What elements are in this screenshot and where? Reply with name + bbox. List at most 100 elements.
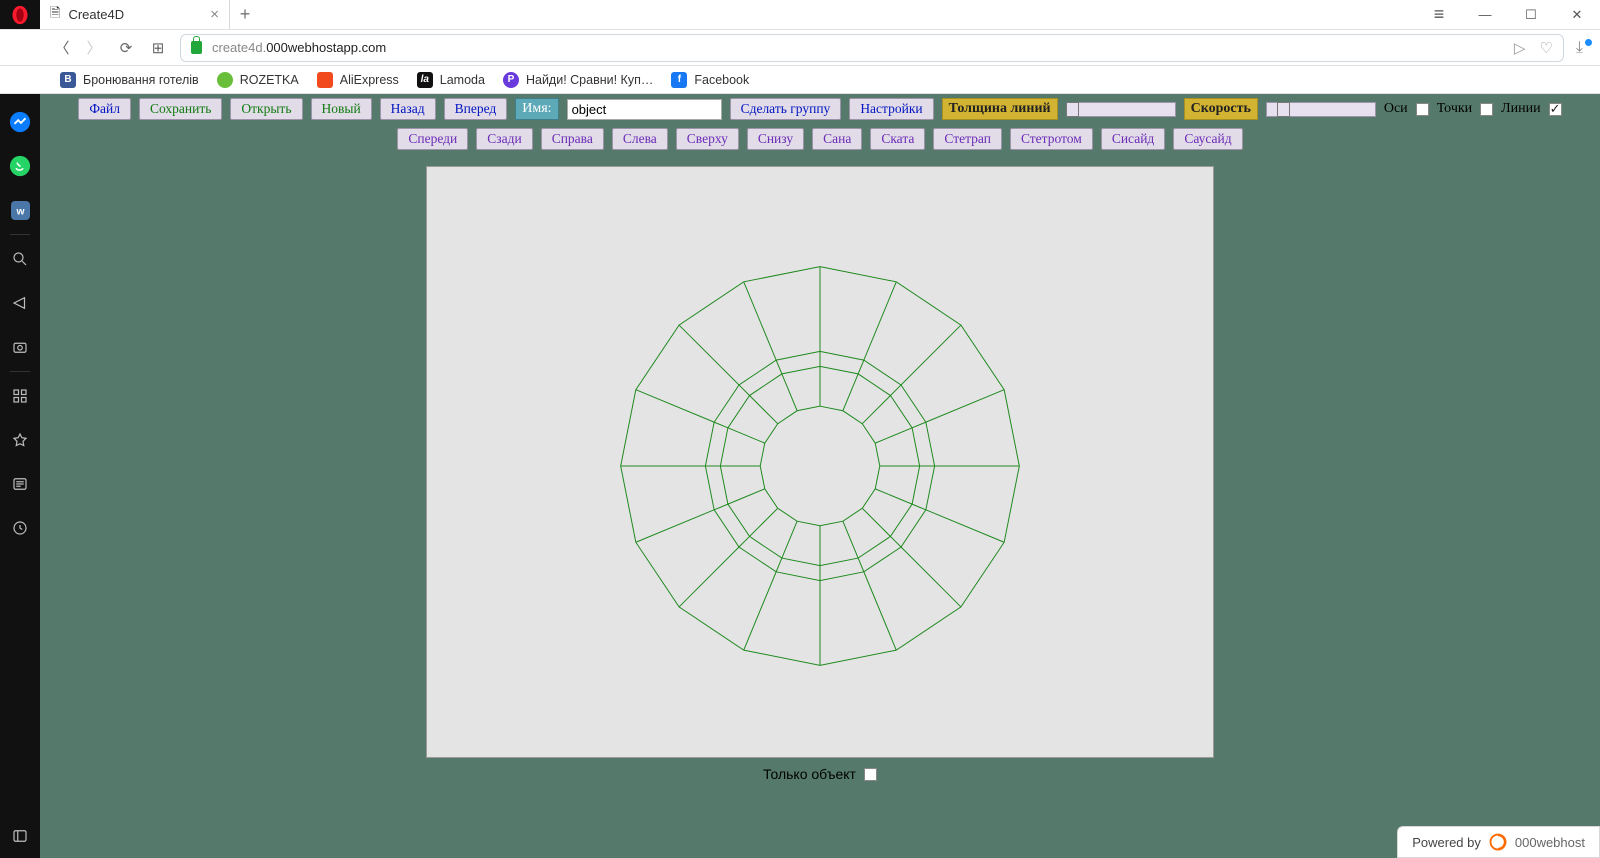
view-left-button[interactable]: Слева — [612, 128, 668, 150]
flow-icon[interactable] — [0, 281, 40, 325]
host-logo-icon — [1489, 833, 1507, 851]
object-name-input[interactable] — [567, 99, 722, 120]
bookmark-label: Facebook — [694, 73, 749, 87]
bookmark-label: ROZETKA — [240, 73, 299, 87]
opera-sidebar: w — [0, 94, 40, 858]
new-tab-button[interactable]: + — [230, 0, 260, 29]
host-footer[interactable]: Powered by 000webhost — [1397, 826, 1600, 858]
close-window-button[interactable]: ✕ — [1554, 0, 1600, 29]
bookmark-rozetka[interactable]: ROZETKA — [217, 72, 299, 88]
undo-button[interactable]: Назад — [380, 98, 436, 120]
app-toolbar-main: Файл Сохранить Открыть Новый Назад Впере… — [40, 94, 1600, 124]
content-row: w Файл Сохранить Открыть Новый Назад Впе… — [0, 94, 1600, 858]
minimize-button[interactable]: — — [1462, 0, 1508, 29]
browser-tab-bar: 🗎 Create4D × + ≡ — ☐ ✕ — [0, 0, 1600, 30]
lines-checkbox-label: Линии — [1501, 101, 1540, 117]
back-nav-icon[interactable]: 〈 — [52, 37, 72, 58]
tabs-menu-icon[interactable]: ≡ — [1416, 0, 1462, 29]
bookmark-icon-p: P — [503, 72, 519, 88]
save-button[interactable]: Сохранить — [139, 98, 222, 120]
line-width-slider[interactable] — [1066, 102, 1176, 117]
lines-checkbox[interactable] — [1549, 103, 1562, 116]
make-group-button[interactable]: Сделать группу — [730, 98, 842, 120]
points-checkbox[interactable] — [1480, 103, 1493, 116]
bookmark-icon-lamoda: la — [417, 72, 433, 88]
speeddial-side-icon[interactable] — [0, 374, 40, 418]
axes-checkbox-label: Оси — [1384, 101, 1408, 117]
line-width-label: Толщина линий — [942, 98, 1058, 120]
render-canvas[interactable] — [426, 166, 1214, 758]
app-toolbar-views: Спереди Сзади Справа Слева Сверху Снизу … — [391, 124, 1248, 154]
heart-icon[interactable]: ♡ — [1539, 39, 1552, 57]
bookmark-aliexpress[interactable]: AliExpress — [317, 72, 399, 88]
view-skata-button[interactable]: Ската — [870, 128, 925, 150]
host-name: 000webhost — [1515, 835, 1585, 850]
view-stetrap-button[interactable]: Стетрап — [933, 128, 1002, 150]
canvas-container — [426, 166, 1214, 758]
settings-button[interactable]: Настройки — [849, 98, 933, 120]
messenger-icon[interactable] — [0, 100, 40, 144]
view-stetrotom-button[interactable]: Стетротом — [1010, 128, 1093, 150]
downloads-icon[interactable]: ⤓ — [1576, 39, 1592, 57]
lock-icon — [191, 41, 202, 54]
forward-nav-icon[interactable]: 〉 — [84, 37, 104, 58]
powered-by-label: Powered by — [1412, 835, 1481, 850]
bookmarks-icon[interactable] — [0, 418, 40, 462]
vk-icon[interactable]: w — [0, 188, 40, 232]
bookmark-compare[interactable]: P Найди! Сравни! Куп… — [503, 72, 653, 88]
search-icon[interactable] — [0, 237, 40, 281]
sidebar-toggle-icon[interactable] — [0, 814, 40, 858]
only-object-checkbox[interactable] — [864, 768, 877, 781]
close-tab-icon[interactable]: × — [210, 6, 219, 23]
view-right-button[interactable]: Справа — [541, 128, 604, 150]
url-domain: 000webhostapp.com — [266, 40, 386, 55]
new-button[interactable]: Новый — [311, 98, 372, 120]
bookmark-label: AliExpress — [340, 73, 399, 87]
snapshot-icon[interactable] — [0, 325, 40, 369]
maximize-button[interactable]: ☐ — [1508, 0, 1554, 29]
bookmark-label: Бронювання готелів — [83, 73, 199, 87]
view-bottom-button[interactable]: Снизу — [747, 128, 804, 150]
open-button[interactable]: Открыть — [230, 98, 302, 120]
bookmark-label: Найди! Сравни! Куп… — [526, 73, 653, 87]
view-front-button[interactable]: Спереди — [397, 128, 468, 150]
send-icon[interactable]: ▷ — [1514, 39, 1526, 57]
name-label: Имя: — [515, 98, 558, 120]
points-checkbox-label: Точки — [1437, 101, 1472, 117]
tab-title: Create4D — [68, 7, 124, 22]
bookmarks-bar: B Бронювання готелів ROZETKA AliExpress l… — [0, 66, 1600, 94]
view-sisayd-button[interactable]: Сисайд — [1101, 128, 1165, 150]
only-object-label: Только объект — [763, 766, 856, 782]
reload-icon[interactable]: ⟳ — [116, 39, 136, 57]
app-area: Файл Сохранить Открыть Новый Назад Впере… — [40, 94, 1600, 858]
bookmark-lamoda[interactable]: la Lamoda — [417, 72, 485, 88]
redo-button[interactable]: Вперед — [444, 98, 508, 120]
speeddial-icon[interactable]: ⊞ — [148, 39, 168, 57]
view-back-button[interactable]: Сзади — [476, 128, 532, 150]
bookmark-icon-fb: f — [671, 72, 687, 88]
url-gray: create4d. — [212, 40, 266, 55]
bookmark-label: Lamoda — [440, 73, 485, 87]
bookmark-icon-rozetka — [217, 72, 233, 88]
address-bar: 〈 〉 ⟳ ⊞ create4d.000webhostapp.com ▷ ♡ ⤓ — [0, 30, 1600, 66]
view-sausayd-button[interactable]: Саусайд — [1173, 128, 1242, 150]
view-sana-button[interactable]: Сана — [812, 128, 862, 150]
url-input[interactable]: create4d.000webhostapp.com ▷ ♡ — [180, 34, 1564, 62]
opera-logo — [0, 0, 40, 29]
news-icon[interactable] — [0, 462, 40, 506]
bookmark-icon-ali — [317, 72, 333, 88]
whatsapp-icon[interactable] — [0, 144, 40, 188]
page-icon: 🗎 — [50, 4, 60, 26]
file-button[interactable]: Файл — [78, 98, 131, 120]
bookmark-facebook[interactable]: f Facebook — [671, 72, 749, 88]
bookmark-booking[interactable]: B Бронювання готелів — [60, 72, 199, 88]
history-icon[interactable] — [0, 506, 40, 550]
speed-slider[interactable] — [1266, 102, 1376, 117]
window-controls: ≡ — ☐ ✕ — [1416, 0, 1600, 29]
speed-label: Скорость — [1184, 98, 1258, 120]
svg-text:w: w — [15, 206, 25, 217]
browser-tab[interactable]: 🗎 Create4D × — [40, 0, 230, 29]
axes-checkbox[interactable] — [1416, 103, 1429, 116]
bookmark-icon-b: B — [60, 72, 76, 88]
view-top-button[interactable]: Сверху — [676, 128, 739, 150]
